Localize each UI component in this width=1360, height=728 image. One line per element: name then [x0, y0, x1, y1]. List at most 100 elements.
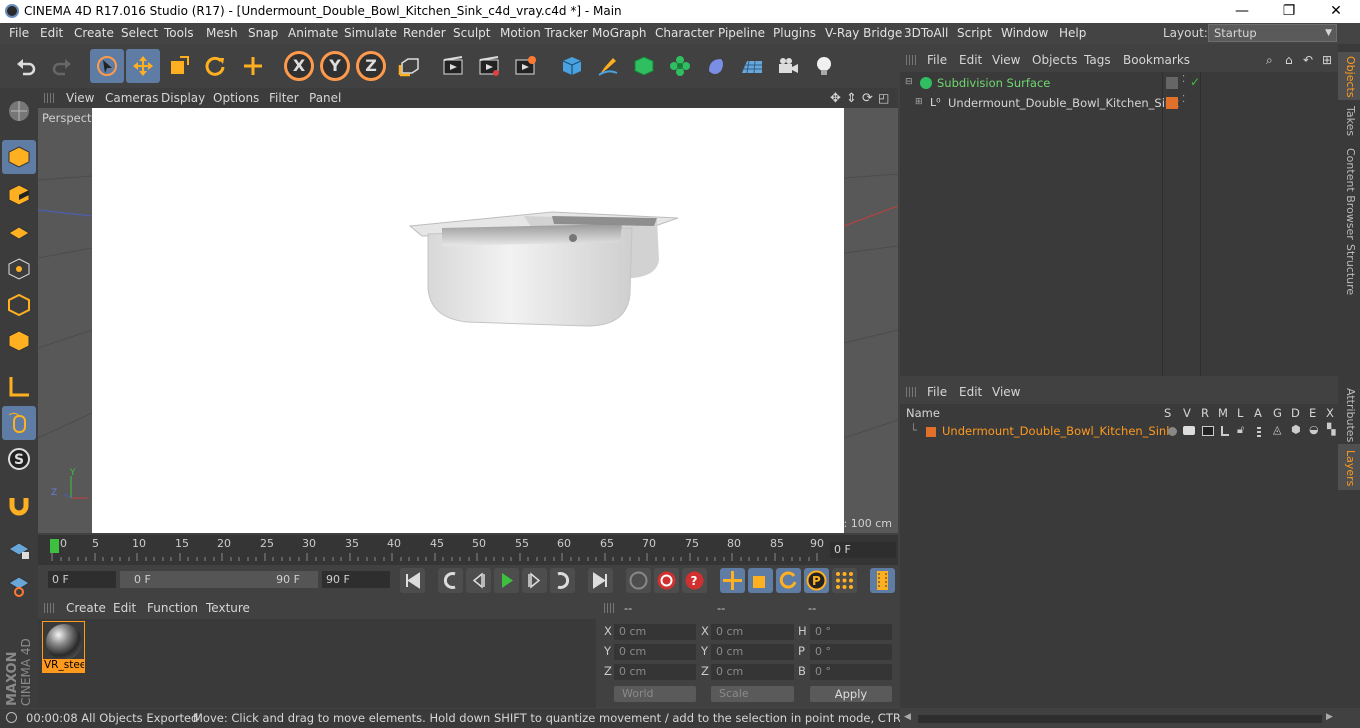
position-z-field[interactable]: 0 cm [614, 664, 696, 680]
menu-script[interactable]: Script [957, 26, 992, 40]
texture-mode-button[interactable] [2, 178, 36, 212]
move-tool-button[interactable] [126, 49, 160, 83]
home-icon[interactable]: ⌂ [1285, 53, 1293, 67]
polygon-mode-button[interactable] [2, 324, 36, 358]
rotation-b-field[interactable]: 0 ° [810, 664, 892, 680]
layout-select[interactable]: Startup ▼ [1208, 24, 1337, 42]
tab-objects[interactable]: Objects [1341, 56, 1357, 98]
navigate-icon[interactable]: ↶ [1303, 53, 1313, 67]
material-menu-create[interactable]: Create [66, 601, 106, 615]
object-menu-edit[interactable]: Edit [959, 53, 982, 67]
deformer-icon[interactable]: ⬢ [1291, 423, 1301, 436]
menu-sculpt[interactable]: Sculpt [453, 26, 490, 40]
menu-pipeline[interactable]: Pipeline [718, 26, 765, 40]
menu-help[interactable]: Help [1059, 26, 1086, 40]
menu-motion-tracker[interactable]: Motion Tracker [500, 26, 588, 40]
position-key-button[interactable] [720, 568, 745, 593]
panel-grip-icon[interactable] [44, 603, 54, 613]
menu-mograph[interactable]: MoGraph [592, 26, 647, 40]
object-row[interactable]: ⊞ L⁰ Undermount_Double_Bowl_Kitchen_Sink… [900, 94, 1338, 114]
cube-button[interactable] [555, 49, 589, 83]
subdivision-surface-button[interactable] [627, 49, 661, 83]
z-axis-lock-button[interactable]: Z [356, 51, 386, 81]
start-frame-field[interactable]: 0 F [48, 571, 116, 588]
menu-file[interactable]: File [9, 26, 29, 40]
transform-tool-button[interactable] [236, 49, 270, 83]
collapse-icon[interactable]: ⊟ [905, 77, 913, 87]
position-x-field[interactable]: 0 cm [614, 624, 696, 640]
menu-tools[interactable]: Tools [164, 26, 194, 40]
menu-snap[interactable]: Snap [248, 26, 278, 40]
material-swatch[interactable]: VR_steel [42, 621, 85, 673]
camera-button[interactable] [771, 49, 805, 83]
deformer-button[interactable] [699, 49, 733, 83]
new-panel-icon[interactable]: ⊞ [1322, 53, 1332, 67]
layer-name[interactable]: Undermount_Double_Bowl_Kitchen_Sink [942, 424, 1173, 438]
workplane-rotate-button[interactable] [2, 568, 36, 602]
material-menu-function[interactable]: Function [147, 601, 198, 615]
edge-mode-button[interactable] [2, 288, 36, 322]
object-menu-view[interactable]: View [992, 53, 1020, 67]
menu-vray-bridge[interactable]: V-Ray Bridge [825, 26, 902, 40]
y-axis-lock-button[interactable]: Y [320, 51, 350, 81]
redo-button[interactable] [45, 49, 79, 83]
workplane-lock-button[interactable] [2, 532, 36, 566]
object-name[interactable]: Subdivision Surface [937, 76, 1050, 90]
layer-tag-icon[interactable] [1166, 77, 1178, 89]
x-axis-lock-button[interactable]: X [284, 51, 314, 81]
viewport-move-icon[interactable]: ✥ [830, 91, 841, 106]
viewport-menu-options[interactable]: Options [213, 91, 259, 105]
frame-range-slider[interactable]: 0 F 90 F [120, 571, 318, 588]
layer-color-icon[interactable] [1166, 97, 1178, 109]
tab-layers[interactable]: Layers [1341, 450, 1357, 486]
cloner-button[interactable] [663, 49, 697, 83]
current-frame-field[interactable]: 0 F [830, 542, 896, 558]
panel-grip-icon[interactable] [906, 55, 916, 65]
layer-row[interactable]: └ Undermount_Double_Bowl_Kitchen_Sink 🔓︎… [900, 422, 1338, 442]
object-name[interactable]: Undermount_Double_Bowl_Kitchen_Sink [948, 96, 1179, 110]
record-keys-button[interactable] [626, 568, 651, 593]
viewport-rotate-icon[interactable]: ⟳ [862, 91, 873, 106]
menu-edit[interactable]: Edit [40, 26, 63, 40]
next-key-button[interactable] [550, 568, 575, 593]
viewport-menu-panel[interactable]: Panel [309, 91, 341, 105]
layer-list[interactable]: Name S V R M L A G D E X └ Undermount_Do… [900, 404, 1338, 708]
minimize-button[interactable]: — [1219, 1, 1265, 22]
menu-render[interactable]: Render [403, 26, 446, 40]
object-menu-objects[interactable]: Objects [1032, 53, 1077, 67]
make-editable-button[interactable] [2, 94, 36, 128]
material-menu-edit[interactable]: Edit [113, 601, 136, 615]
object-menu-tags[interactable]: Tags [1084, 53, 1111, 67]
manager-icon[interactable] [1221, 426, 1229, 436]
scroll-right-icon[interactable]: ▶ [1326, 712, 1333, 722]
eye-icon[interactable] [1183, 426, 1195, 435]
menu-select[interactable]: Select [121, 26, 158, 40]
menu-3dtoall[interactable]: 3DToAll [904, 26, 948, 40]
timeline-window-button[interactable] [870, 568, 895, 593]
axis-mode-button[interactable] [2, 370, 36, 404]
render-region[interactable] [92, 108, 844, 533]
magnet-button[interactable] [2, 488, 36, 522]
floor-button[interactable] [735, 49, 769, 83]
panel-grip-icon[interactable] [906, 387, 916, 397]
coordinate-system-button[interactable] [392, 49, 426, 83]
solo-toggle-icon[interactable] [1168, 427, 1177, 436]
expand-icon[interactable]: ⊞ [915, 97, 923, 107]
pen-spline-button[interactable] [591, 49, 625, 83]
layer-menu-file[interactable]: File [927, 385, 947, 399]
rotate-tool-button[interactable] [198, 49, 232, 83]
menu-mesh[interactable]: Mesh [206, 26, 238, 40]
keyframe-selection-button[interactable]: ? [682, 568, 707, 593]
layer-horizontal-scrollbar[interactable]: ◀ ▶ [900, 710, 1338, 728]
menu-animate[interactable]: Animate [288, 26, 338, 40]
lock-icon[interactable]: 🔓︎ [1237, 423, 1244, 437]
parameter-key-button[interactable]: P [804, 568, 829, 593]
visibility-dots-icon[interactable]: ⁚ [1182, 94, 1185, 105]
size-y-field[interactable]: 0 cm [711, 644, 794, 660]
checkmark-icon[interactable]: ✓ [1190, 75, 1200, 89]
size-x-field[interactable]: 0 cm [711, 624, 794, 640]
rotation-key-button[interactable] [776, 568, 801, 593]
panel-grip-icon[interactable] [44, 93, 54, 103]
scale-key-button[interactable] [748, 568, 773, 593]
next-frame-button[interactable] [522, 568, 547, 593]
